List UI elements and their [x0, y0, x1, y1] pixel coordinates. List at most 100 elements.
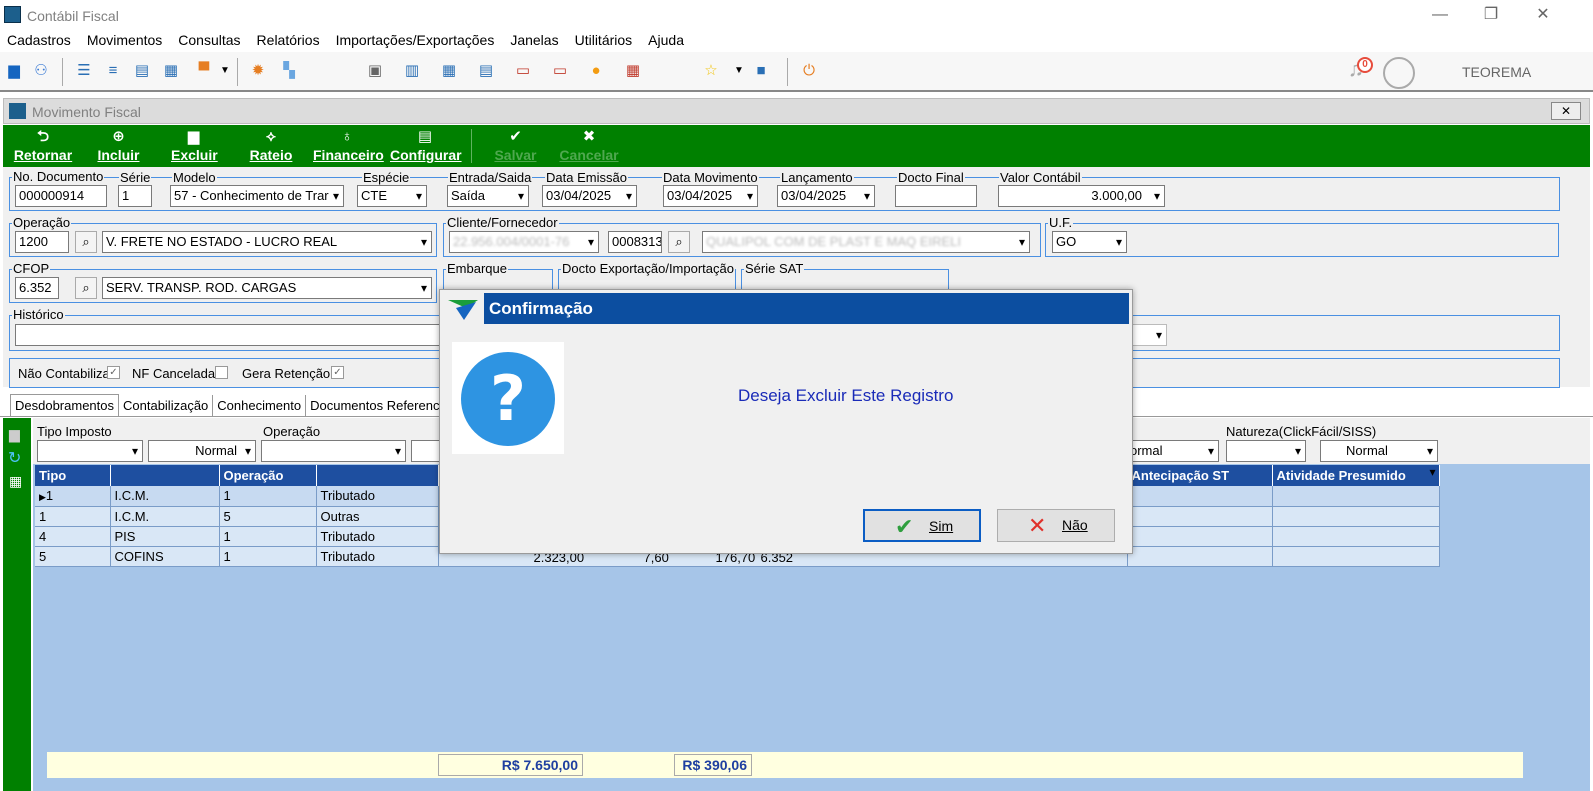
gera-retencao-checkbox[interactable]: ✓	[331, 366, 344, 379]
tab-conhecimento[interactable]: Conhecimento	[213, 395, 307, 416]
cfop-code-input[interactable]: 6.352	[15, 277, 59, 299]
col-operacao[interactable]: Operação	[219, 465, 317, 486]
col-desc[interactable]	[110, 465, 220, 486]
list-icon[interactable]: ☰	[75, 62, 93, 80]
search-icon[interactable]: ⌕	[75, 231, 97, 253]
natureza-filter-label: Natureza(ClickFácil/SISS)	[1226, 424, 1377, 439]
yes-button[interactable]: ✔ Sim	[863, 509, 981, 542]
chevron-down-icon[interactable]: ▼	[730, 62, 748, 80]
calendar-settings-icon[interactable]: ▭	[551, 62, 569, 80]
serie-input[interactable]: 1	[118, 185, 152, 207]
no-button[interactable]: ✕ Não	[997, 509, 1115, 542]
natureza-select[interactable]	[1226, 440, 1306, 462]
avatar[interactable]	[1383, 57, 1415, 89]
chevron-down-icon[interactable]: ▼	[216, 62, 234, 80]
modules-icon[interactable]: ▚	[280, 62, 298, 80]
entrada-saida-label: Entrada/Saida	[448, 170, 533, 185]
uf-select[interactable]: GO	[1052, 231, 1127, 253]
window-icon[interactable]: ■	[752, 62, 770, 80]
search-icon[interactable]: ⌕	[75, 277, 97, 299]
normal-select-1[interactable]: Normal	[148, 440, 256, 462]
valor-contabil-input[interactable]: 3.000,00	[998, 185, 1165, 207]
tipo-imposto-select[interactable]	[37, 440, 143, 462]
grid-icon[interactable]: ▦	[162, 62, 180, 80]
menu-cadastros[interactable]: Cadastros	[7, 32, 71, 48]
especie-select[interactable]: CTE	[357, 185, 427, 207]
chart-dropdown-icon[interactable]: ▀	[195, 62, 213, 80]
tree-icon[interactable]: ≡	[104, 62, 122, 80]
no-documento-input[interactable]: 000000914	[15, 185, 107, 207]
salvar-button[interactable]: ✔ Salvar	[493, 125, 538, 167]
tab-desdobramentos[interactable]: Desdobramentos	[10, 394, 119, 416]
database-icon[interactable]: ▆	[5, 62, 23, 80]
cancelar-button[interactable]: ✖ Cancelar	[559, 125, 619, 167]
filter-input[interactable]	[411, 440, 441, 462]
cliente-code-input[interactable]: 0008313	[608, 231, 662, 253]
grid-icon[interactable]: ▦	[9, 473, 22, 490]
configurar-button[interactable]: ▤ Configurar	[390, 125, 462, 167]
normal-select-3[interactable]: Normal	[1320, 440, 1438, 462]
power-icon[interactable]: ⏻	[800, 62, 818, 80]
tab-contabilizacao[interactable]: Contabilização	[119, 395, 214, 416]
cell-tipo: 1	[35, 506, 111, 527]
search-report-icon[interactable]: ▦	[624, 62, 642, 80]
gear-icon[interactable]: ✹	[249, 62, 267, 80]
col-tipo[interactable]: Tipo	[35, 465, 111, 486]
historico-select[interactable]	[1132, 324, 1167, 346]
app-logo-icon	[4, 6, 21, 23]
nao-contabiliza-checkbox[interactable]: ✓	[107, 366, 120, 379]
modelo-select[interactable]: 57 - Conhecimento de Trar	[170, 185, 344, 207]
chart-icon[interactable]: ▥	[403, 62, 421, 80]
excluir-button[interactable]: ▆ Excluir	[171, 125, 218, 167]
cell-tipo: 5	[35, 546, 111, 567]
lock-icon[interactable]: ●	[587, 62, 605, 80]
col-atividade-presumido[interactable]: Atividade Presumido	[1272, 465, 1440, 486]
add-table-icon[interactable]: ▤	[133, 62, 151, 80]
tab-documentos-referencia[interactable]: Documentos Referencia	[306, 395, 453, 416]
menu-relatorios[interactable]: Relatórios	[257, 32, 320, 48]
financeiro-button[interactable]: ♁ Financeiro	[313, 125, 384, 167]
rateio-button[interactable]: ⟡ Rateio	[247, 125, 295, 167]
data-movimento-input[interactable]: 03/04/2025	[663, 185, 758, 207]
operacao-code-input[interactable]: 1200	[15, 231, 69, 253]
incluir-button[interactable]: ⊕ Incluir	[96, 125, 141, 167]
docto-final-input[interactable]	[895, 185, 977, 207]
calendar-icon[interactable]: ▭	[514, 62, 532, 80]
restore-button[interactable]: ❐	[1476, 4, 1506, 26]
menu-ajuda[interactable]: Ajuda	[648, 32, 684, 48]
data-emissao-input[interactable]: 03/04/2025	[542, 185, 637, 207]
cfop-desc-select[interactable]: SERV. TRANSP. ROD. CARGAS	[102, 277, 432, 299]
users-icon[interactable]: ⚇	[32, 62, 50, 80]
trash-icon[interactable]: ▆	[9, 426, 20, 443]
data-movimento-label: Data Movimento	[662, 170, 759, 185]
report-icon[interactable]: ▣	[366, 62, 384, 80]
refresh-icon[interactable]: ↻	[8, 448, 21, 468]
cliente-doc-select[interactable]: 22.956.004/0001-76	[449, 231, 599, 253]
nf-cancelada-checkbox[interactable]	[215, 366, 228, 379]
table-edit-icon[interactable]: ▦	[440, 62, 458, 80]
normal-select-2[interactable]: ormal	[1126, 440, 1219, 462]
col-situacao[interactable]	[316, 465, 439, 486]
inner-close-button[interactable]: ✕	[1551, 102, 1581, 120]
operacao-filter-select[interactable]	[261, 440, 406, 462]
menu-utilitarios[interactable]: Utilitários	[575, 32, 633, 48]
cell-situacao: Tributado	[316, 486, 439, 507]
menu-janelas[interactable]: Janelas	[510, 32, 558, 48]
lancamento-input[interactable]: 03/04/2025	[777, 185, 875, 207]
operacao-desc-select[interactable]: V. FRETE NO ESTADO - LUCRO REAL	[102, 231, 432, 253]
docto-export-label: Docto Exportação/Importação	[562, 261, 734, 276]
search-icon[interactable]: ⌕	[668, 231, 690, 253]
star-icon[interactable]: ☆	[702, 62, 720, 80]
minimize-button[interactable]: —	[1425, 4, 1455, 26]
menu-importacoes[interactable]: Importações/Exportações	[336, 32, 495, 48]
close-window-button[interactable]: ✕	[1528, 4, 1558, 26]
menu-movimentos[interactable]: Movimentos	[87, 32, 162, 48]
total-base: R$ 7.650,00	[438, 754, 583, 776]
historico-input[interactable]	[15, 324, 440, 346]
menu-consultas[interactable]: Consultas	[178, 32, 240, 48]
entrada-saida-select[interactable]: Saída	[447, 185, 529, 207]
calculator-icon[interactable]: ▤	[477, 62, 495, 80]
col-antecipacao-st[interactable]: Antecipação ST	[1127, 465, 1273, 486]
cliente-name-select[interactable]: QUALIPOL COM DE PLAST E MAQ EIRELI	[702, 231, 1030, 253]
retornar-button[interactable]: ⮌ Retornar	[13, 125, 73, 167]
